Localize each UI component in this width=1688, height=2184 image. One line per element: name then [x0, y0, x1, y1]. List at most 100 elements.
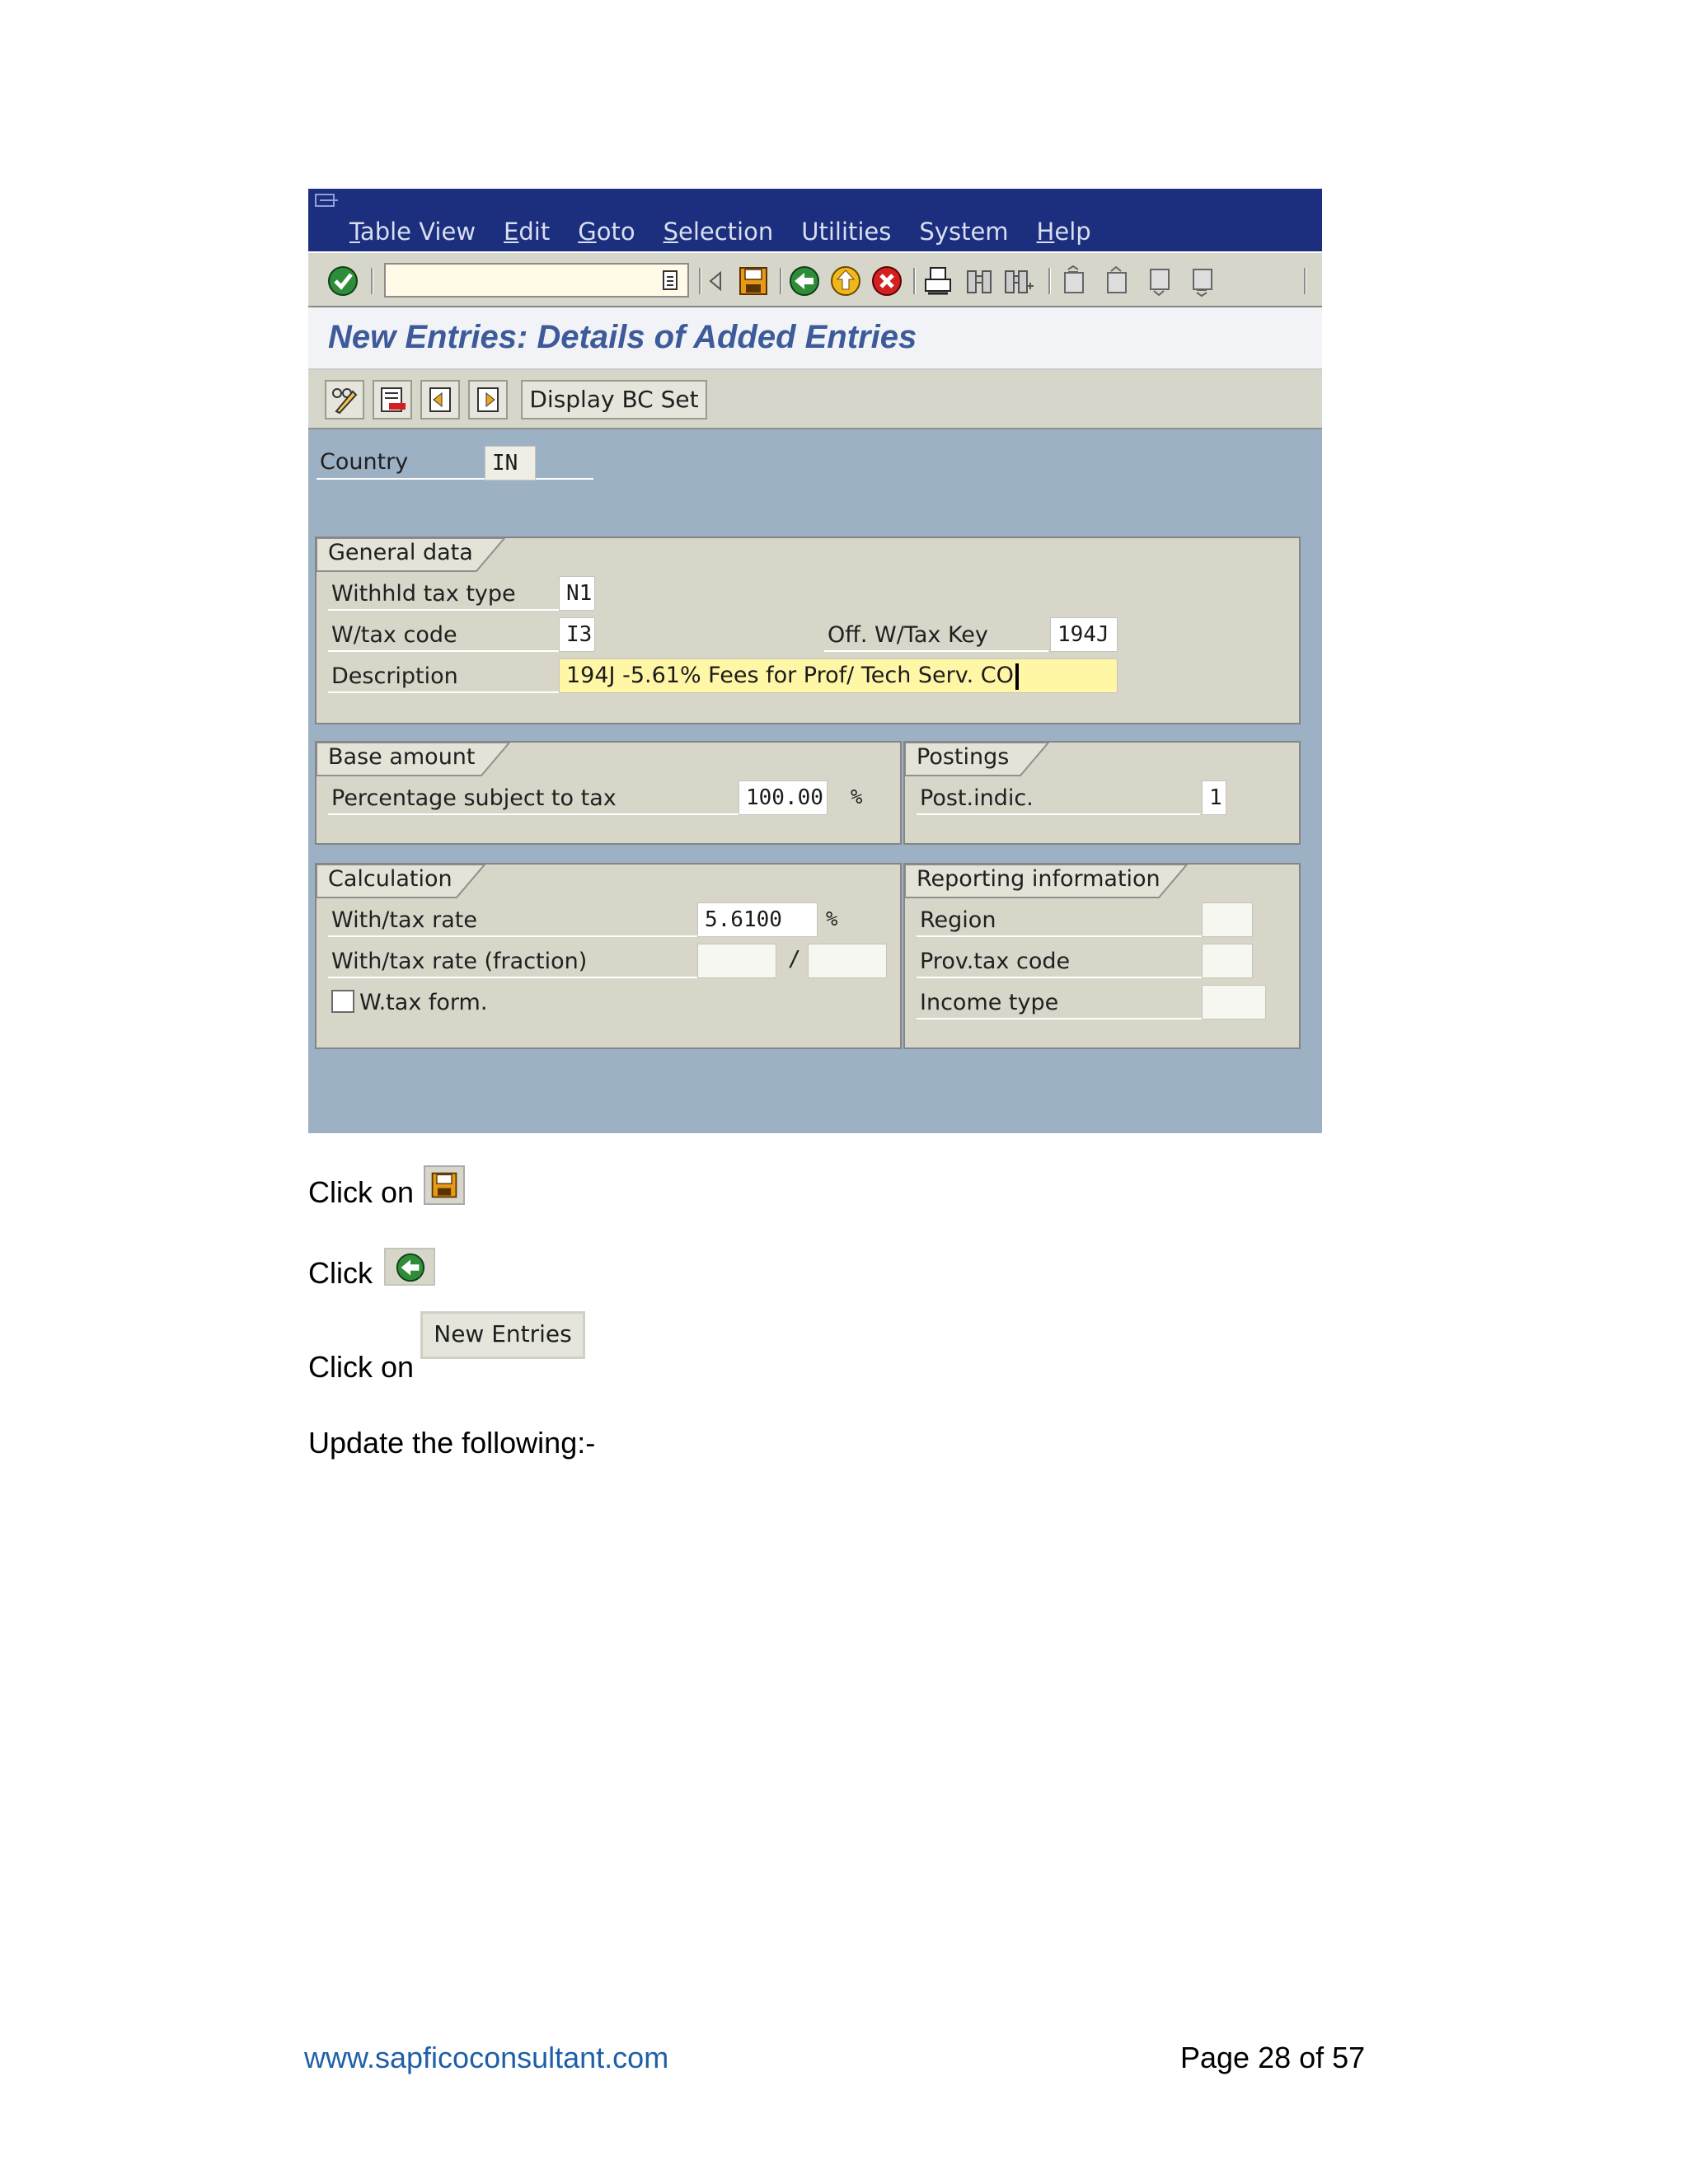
calculation-title: Calculation	[328, 866, 452, 892]
page-title: New Entries: Details of Added Entries	[328, 319, 917, 355]
menu-accelerator: T	[349, 218, 360, 246]
menu-item[interactable]: Selection	[663, 218, 774, 246]
prov-tax-code-label: Prov.tax code	[920, 949, 1071, 974]
country-field[interactable]: IN	[485, 446, 536, 480]
previous-entry-icon	[429, 387, 451, 412]
first-page-icon[interactable]	[1058, 265, 1091, 298]
percentage-field[interactable]: 100.00	[738, 780, 828, 815]
post-indic-label: Post.indic.	[920, 785, 1034, 811]
prev-page-icon[interactable]	[1101, 265, 1134, 298]
back-arrow-icon[interactable]	[788, 265, 821, 298]
title-bar: New Entries: Details of Added Entries	[308, 307, 1322, 370]
wtax-form-label: W.tax form.	[359, 990, 488, 1015]
next-page-icon[interactable]	[1144, 265, 1177, 298]
region-field[interactable]	[1202, 902, 1253, 937]
description-field[interactable]: 194J -5.61% Fees for Prof/ Tech Serv. CO	[559, 658, 1118, 693]
command-input[interactable]	[386, 265, 636, 296]
check-circle-icon[interactable]	[326, 265, 359, 298]
menu-item[interactable]: System	[919, 218, 1008, 246]
change-display-button[interactable]	[325, 380, 364, 419]
wtax-rate-denominator-field[interactable]	[808, 944, 887, 978]
update-following-text: Update the following:-	[308, 1426, 596, 1460]
general-data-title: General data	[328, 540, 473, 565]
wtax-rate-unit: %	[826, 907, 838, 930]
last-page-icon[interactable]	[1187, 265, 1220, 298]
back-icon-illustration	[384, 1248, 435, 1286]
postings-title: Postings	[917, 744, 1010, 770]
base-amount-group: Base amount Percentage subject to tax 10…	[315, 741, 902, 845]
delete-entry-button[interactable]	[373, 380, 412, 419]
country-label: Country	[320, 449, 409, 475]
dropdown-list-icon[interactable]	[661, 269, 681, 291]
system-menu-icon[interactable]	[315, 194, 340, 210]
exit-up-icon[interactable]	[829, 265, 862, 298]
off-wtax-key-label: Off. W/Tax Key	[828, 622, 988, 648]
back-arrow-icon	[396, 1253, 425, 1282]
menu-item[interactable]: Utilities	[801, 218, 891, 246]
postings-group: Postings Post.indic. 1	[903, 741, 1301, 845]
off-wtax-key-field[interactable]: 194J	[1050, 617, 1118, 652]
income-type-field[interactable]	[1202, 985, 1266, 1019]
new-entries-button-illustration: New Entries	[420, 1311, 585, 1359]
label-underline	[328, 691, 560, 693]
step-click-back-text: Click	[308, 1256, 373, 1290]
binoculars-plus-icon[interactable]	[1002, 265, 1035, 298]
cancel-x-icon[interactable]	[870, 265, 903, 298]
description-label: Description	[331, 663, 458, 689]
sap-screen: Table View Edit Goto Selection Utilities Syst…	[308, 189, 1322, 1133]
application-toolbar: Display BC Set	[308, 370, 1322, 429]
menu-item[interactable]: Goto	[578, 218, 635, 246]
wtax-code-label: W/tax code	[331, 622, 457, 648]
toolbar-separator	[1304, 268, 1306, 294]
post-indic-field[interactable]: 1	[1202, 780, 1226, 815]
floppy-icon[interactable]	[737, 265, 770, 298]
wtax-rate-numerator-field[interactable]	[697, 944, 776, 978]
wtax-rate-fraction-label: With/tax rate (fraction)	[331, 949, 588, 974]
text-cursor	[1015, 663, 1019, 690]
menu-label: elp	[1054, 218, 1091, 246]
withhld-tax-type-field[interactable]: N1	[559, 576, 595, 611]
label-underline	[328, 813, 740, 815]
wtax-form-checkbox[interactable]	[331, 990, 354, 1013]
region-label: Region	[920, 907, 996, 933]
footer-website-link[interactable]: www.sapficoconsultant.com	[304, 2041, 668, 2075]
display-bc-set-button[interactable]: Display BC Set	[521, 380, 707, 419]
menu-item[interactable]: Edit	[504, 218, 550, 246]
menu-accelerator: G	[578, 218, 597, 246]
binoculars-icon[interactable]	[963, 265, 996, 298]
calculation-group: Calculation With/tax rate 5.6100 % With/…	[315, 863, 902, 1049]
withhld-tax-type-label: Withhld tax type	[331, 581, 516, 607]
collapse-triangle-icon[interactable]	[702, 265, 727, 298]
reporting-group: Reporting information Region Prov.tax co…	[903, 863, 1301, 1049]
printer-icon[interactable]	[921, 265, 954, 298]
label-underline	[328, 977, 699, 978]
label-underline	[328, 609, 560, 611]
menu-label: election	[678, 218, 774, 246]
next-entry-button[interactable]	[468, 380, 508, 419]
description-value: 194J -5.61% Fees for Prof/ Tech Serv. CO	[566, 663, 1014, 688]
label-underline	[917, 1018, 1203, 1019]
menu-label: System	[919, 218, 1009, 246]
menu-label: oto	[596, 218, 635, 246]
previous-entry-button[interactable]	[420, 380, 460, 419]
prov-tax-code-field[interactable]	[1202, 944, 1253, 978]
wtax-rate-label: With/tax rate	[331, 907, 477, 933]
menu-label: able View	[359, 218, 476, 246]
menu-item[interactable]: Help	[1037, 218, 1091, 246]
menu-items: Table View Edit Goto Selection Utilities Syst…	[349, 218, 1091, 246]
toolbar-separator	[371, 268, 373, 294]
base-amount-title: Base amount	[328, 744, 476, 770]
toolbar-separator	[1048, 268, 1051, 294]
system-toolbar	[308, 251, 1322, 307]
menu-item[interactable]: Table View	[349, 218, 476, 246]
percentage-unit: %	[851, 785, 863, 808]
delete-row-icon	[381, 387, 406, 412]
pencil-glasses-icon	[332, 388, 358, 415]
footer-page-number: Page 28 of 57	[1180, 2041, 1366, 2074]
wtax-code-field[interactable]: I3	[559, 617, 595, 652]
wtax-rate-field[interactable]: 5.6100	[697, 902, 818, 937]
floppy-icon	[431, 1172, 457, 1198]
percentage-label: Percentage subject to tax	[331, 785, 617, 811]
command-field[interactable]	[384, 263, 689, 298]
menu-accelerator: S	[663, 218, 678, 246]
